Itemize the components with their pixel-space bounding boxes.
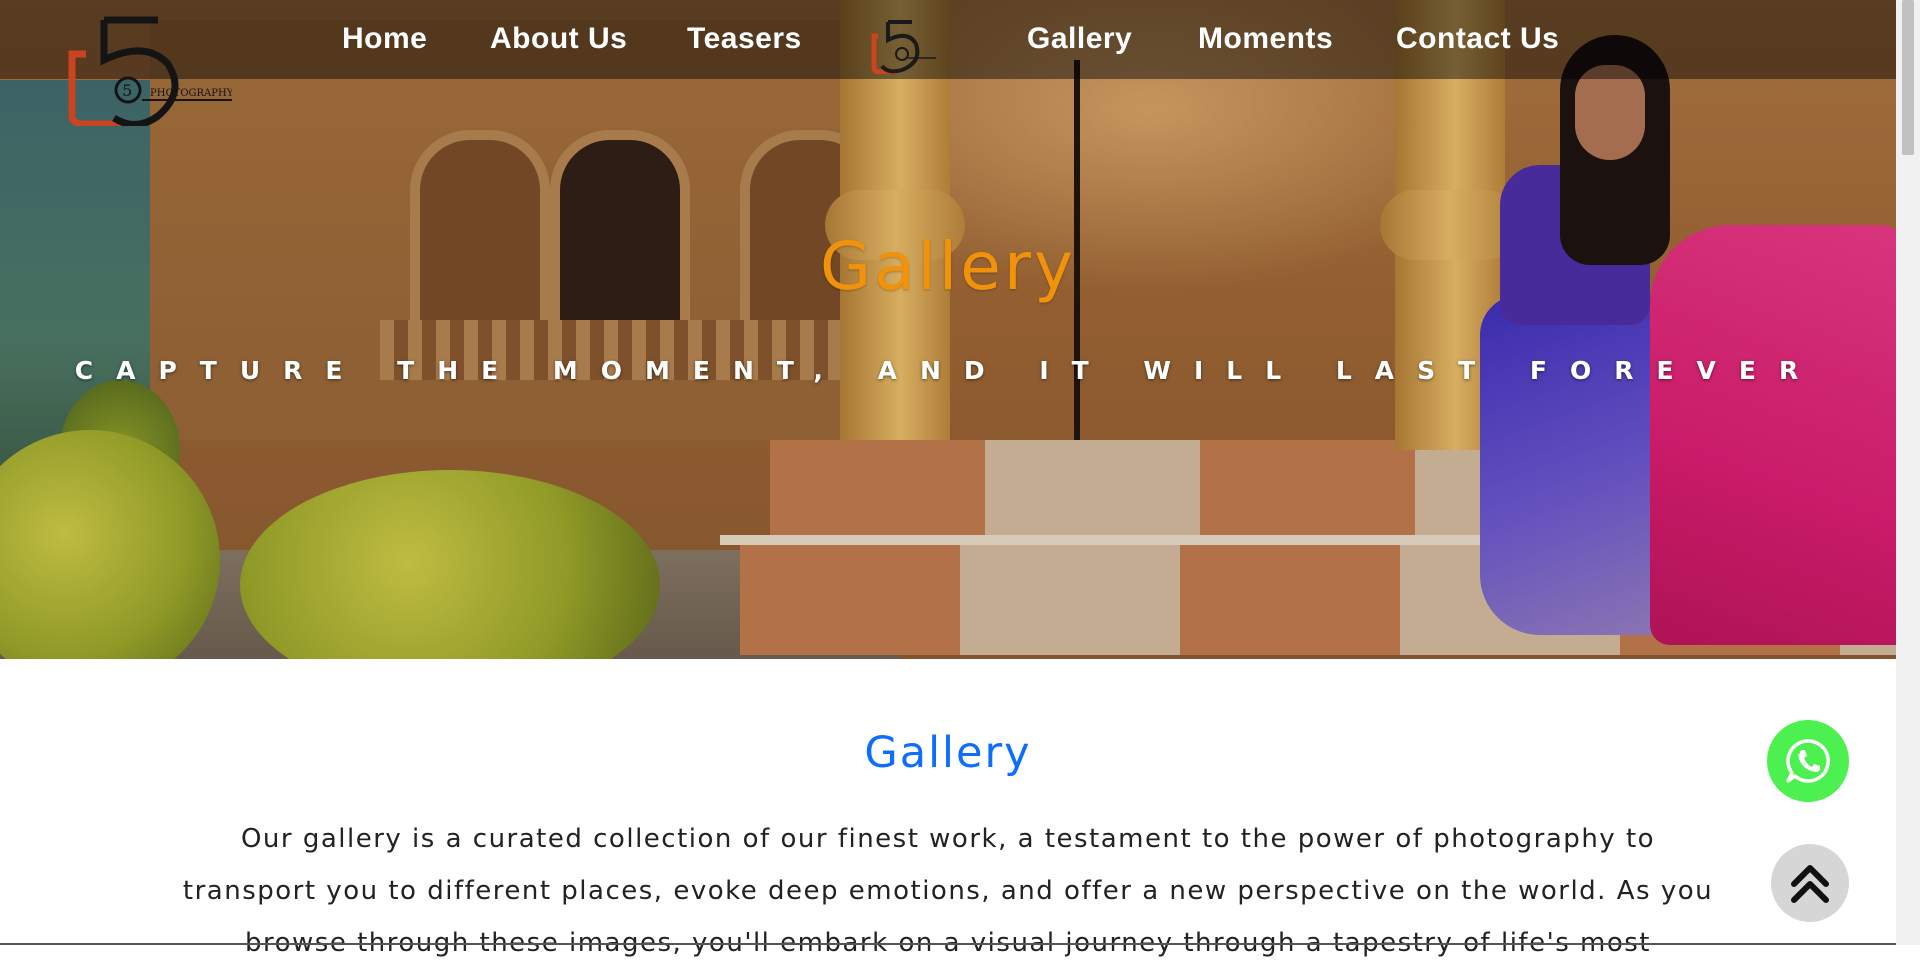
nav-moments[interactable]: Moments bbox=[1198, 22, 1333, 62]
site-logo[interactable]: 5 PHOTOGRAPHY bbox=[66, 16, 234, 128]
hero-tagline: CAPTURE THE MOMENT, AND IT WILL LAST FOR… bbox=[74, 356, 1822, 385]
center-logo[interactable] bbox=[868, 18, 938, 74]
whatsapp-icon bbox=[1786, 739, 1830, 783]
logo-graphic: 5 PHOTOGRAPHY bbox=[68, 16, 234, 128]
gallery-section-description: Our gallery is a curated collection of o… bbox=[182, 824, 1714, 958]
whatsapp-button[interactable] bbox=[1767, 720, 1849, 802]
back-to-top-button[interactable] bbox=[1771, 844, 1849, 922]
nav-about-us[interactable]: About Us bbox=[490, 22, 627, 62]
logo-text: PHOTOGRAPHY bbox=[150, 88, 232, 99]
nav-gallery[interactable]: Gallery bbox=[1027, 22, 1132, 62]
scrollbar-thumb[interactable] bbox=[1902, 0, 1914, 155]
double-chevron-up-icon bbox=[1791, 865, 1829, 903]
gallery-section-title: Gallery bbox=[864, 728, 1032, 778]
hero-banner: Gallery CAPTURE THE MOMENT, AND IT WILL … bbox=[0, 0, 1896, 659]
nav-home[interactable]: Home bbox=[342, 22, 427, 62]
top-navbar: Home About Us Teasers Gallery Moments Co… bbox=[0, 0, 1896, 79]
hero-overlay bbox=[0, 0, 1896, 659]
logo-number: 5 bbox=[122, 81, 132, 100]
hero-title: Gallery bbox=[819, 228, 1077, 305]
nav-contact-us[interactable]: Contact Us bbox=[1396, 22, 1559, 62]
nav-teasers[interactable]: Teasers bbox=[687, 22, 802, 62]
